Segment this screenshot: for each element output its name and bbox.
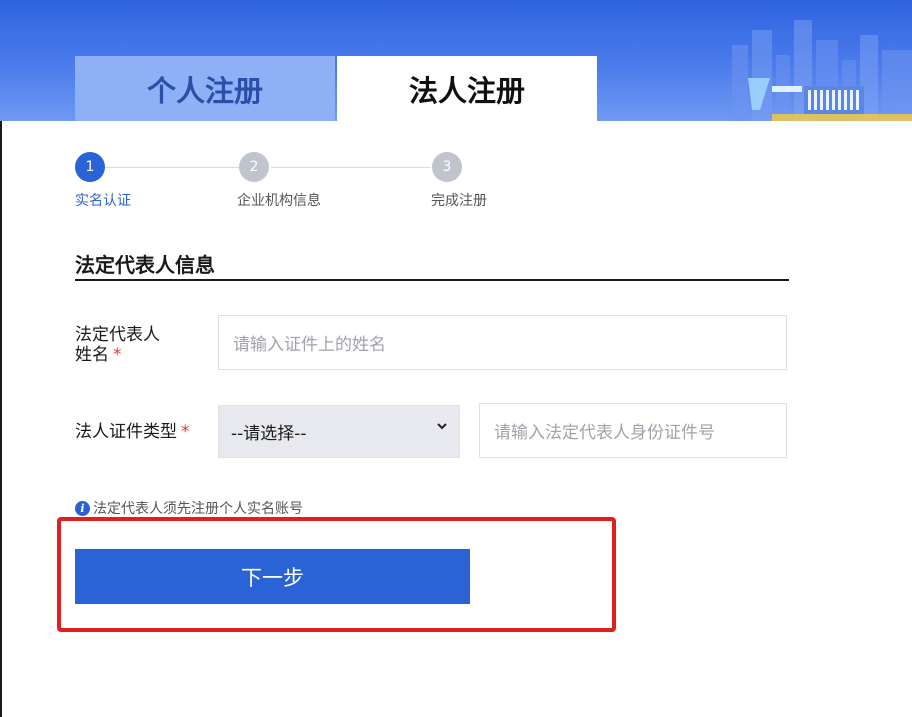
step-connector — [105, 167, 239, 168]
registration-steps: 1 实名认证 2 企业机构信息 3 完成注册 — [75, 150, 495, 210]
tab-personal-registration[interactable]: 个人注册 — [75, 56, 335, 122]
section-divider — [75, 279, 789, 281]
required-mark: * — [181, 422, 190, 442]
id-type-selected-value: --请选择-- — [231, 424, 307, 444]
step-connector — [271, 167, 431, 168]
tab-legal-registration[interactable]: 法人注册 — [337, 56, 597, 122]
info-icon: i — [75, 500, 90, 516]
step-1-indicator: 1 — [75, 152, 105, 182]
chevron-down-icon — [437, 423, 447, 430]
legal-rep-name-placeholder: 请输入证件上的姓名 — [233, 335, 386, 355]
city-skyline-illustration — [732, 20, 912, 121]
panel-left-border — [0, 121, 2, 717]
legal-rep-name-input[interactable]: 请输入证件上的姓名 — [218, 315, 787, 370]
section-title: 法定代表人信息 — [75, 253, 215, 277]
id-type-label: 法人证件类型 * — [75, 422, 190, 442]
legal-rep-name-label-line2: 姓名 — [75, 345, 109, 365]
hint-text: 法定代表人须先注册个人实名账号 — [93, 501, 303, 517]
hint-message: i 法定代表人须先注册个人实名账号 — [75, 498, 303, 518]
id-type-select[interactable]: --请选择-- — [218, 405, 460, 458]
step-2-indicator: 2 — [239, 152, 269, 182]
id-number-input[interactable]: 请输入法定代表人身份证件号 — [479, 403, 787, 458]
step-2-label: 企业机构信息 — [237, 193, 321, 209]
id-type-label-text: 法人证件类型 — [75, 422, 177, 442]
legal-rep-name-label-line1: 法定代表人 — [75, 325, 160, 345]
step-1-label: 实名认证 — [75, 193, 131, 209]
step-3-label: 完成注册 — [431, 193, 487, 209]
required-mark: * — [113, 345, 122, 365]
step-3-indicator: 3 — [432, 152, 462, 182]
id-number-placeholder: 请输入法定代表人身份证件号 — [494, 423, 715, 443]
next-step-button[interactable]: 下一步 — [75, 549, 470, 604]
legal-rep-name-label: 法定代表人 姓名 * — [75, 325, 160, 365]
